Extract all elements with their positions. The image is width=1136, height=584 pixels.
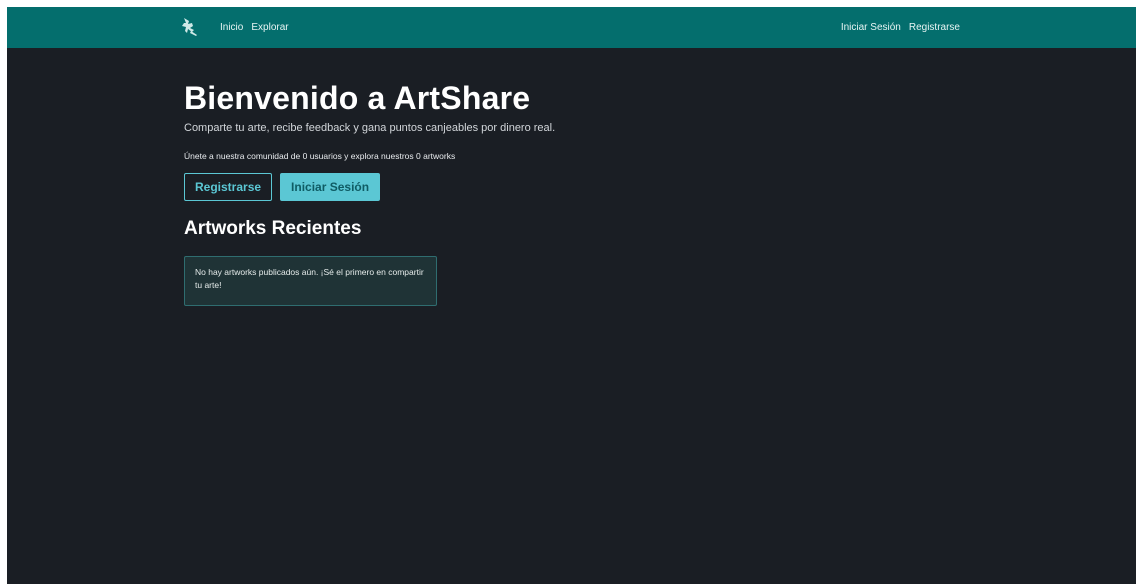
empty-artworks-message: No hay artworks publicados aún. ¡Sé el p… <box>195 267 424 290</box>
top-navbar: Inicio Explorar Iniciar Sesión Registrar… <box>7 7 1136 48</box>
hero-buttons: Registrarse Iniciar Sesión <box>184 173 884 201</box>
nav-link-explorar[interactable]: Explorar <box>251 22 288 33</box>
hero-title: Bienvenido a ArtShare <box>184 80 531 116</box>
nav-link-iniciar-sesion[interactable]: Iniciar Sesión <box>841 22 901 33</box>
hero-subtitle: Comparte tu arte, recibe feedback y gana… <box>184 122 556 134</box>
login-button[interactable]: Iniciar Sesión <box>280 173 381 201</box>
main-content: Bienvenido a ArtShare Comparte tu arte, … <box>184 79 884 306</box>
app-window: Inicio Explorar Iniciar Sesión Registrar… <box>7 7 1136 584</box>
nav-left-group: Inicio Explorar <box>220 7 289 48</box>
nav-link-registrarse[interactable]: Registrarse <box>909 22 960 33</box>
nav-right-group: Iniciar Sesión Registrarse <box>841 7 960 48</box>
nav-link-inicio[interactable]: Inicio <box>220 22 243 33</box>
register-button[interactable]: Registrarse <box>184 173 273 201</box>
empty-artworks-alert: No hay artworks publicados aún. ¡Sé el p… <box>184 256 437 306</box>
brush-logo-icon[interactable] <box>181 17 199 37</box>
hero-stats: Únete a nuestra comunidad de 0 usuarios … <box>184 151 456 161</box>
recent-artworks-title: Artworks Recientes <box>184 218 362 239</box>
